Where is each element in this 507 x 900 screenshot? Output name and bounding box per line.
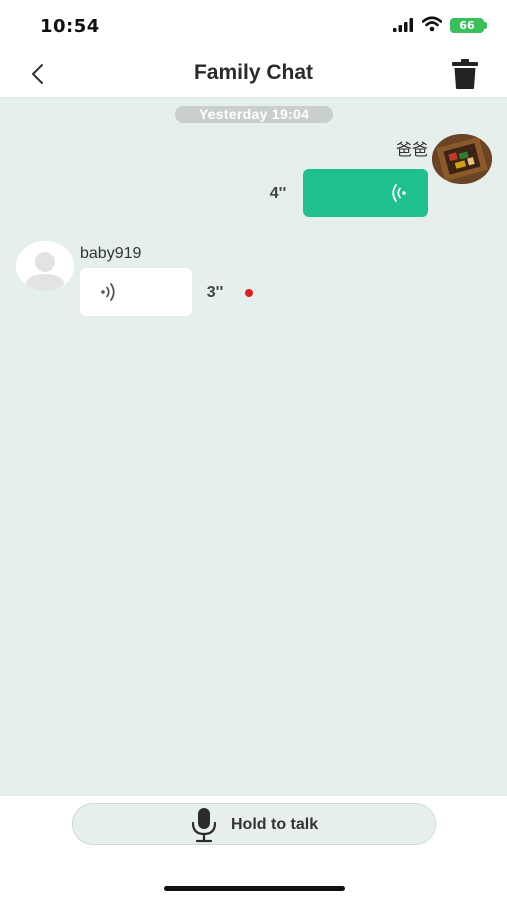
- cellular-signal-icon: [393, 18, 413, 32]
- default-avatar-icon: [16, 241, 74, 291]
- chat-area[interactable]: Yesterday 19:04 爸爸 4'' baby919 3'': [0, 98, 507, 796]
- status-bar: 10:54 66: [0, 0, 507, 50]
- sent-voice-message-bubble[interactable]: [303, 169, 428, 217]
- unread-indicator: [245, 289, 253, 297]
- message-timestamp: Yesterday 19:04: [175, 106, 333, 123]
- battery-indicator: 66: [450, 18, 484, 33]
- microphone-icon: [191, 808, 217, 843]
- hold-to-talk-label: Hold to talk: [231, 816, 319, 833]
- received-voice-duration: 3'': [206, 284, 224, 301]
- voice-wave-icon: [101, 283, 115, 301]
- input-bar: Hold to talk: [0, 796, 507, 900]
- wifi-icon: [422, 16, 442, 32]
- page-title: Family Chat: [193, 61, 314, 84]
- battery-tip: [484, 22, 487, 29]
- hold-to-talk-button[interactable]: Hold to talk: [72, 803, 436, 845]
- recipient-name: baby919: [80, 245, 142, 262]
- sender-name: 爸爸: [395, 142, 428, 159]
- voice-wave-icon: [392, 184, 406, 202]
- sender-avatar[interactable]: [432, 134, 492, 184]
- received-voice-message-bubble[interactable]: [80, 268, 192, 316]
- recipient-avatar[interactable]: [16, 241, 74, 291]
- navigation-bar: Family Chat: [0, 50, 507, 98]
- avatar-image-icon: [432, 134, 492, 184]
- trash-icon[interactable]: [451, 58, 479, 90]
- sent-voice-duration: 4'': [269, 185, 287, 202]
- status-time: 10:54: [40, 16, 100, 37]
- home-indicator[interactable]: [164, 886, 345, 891]
